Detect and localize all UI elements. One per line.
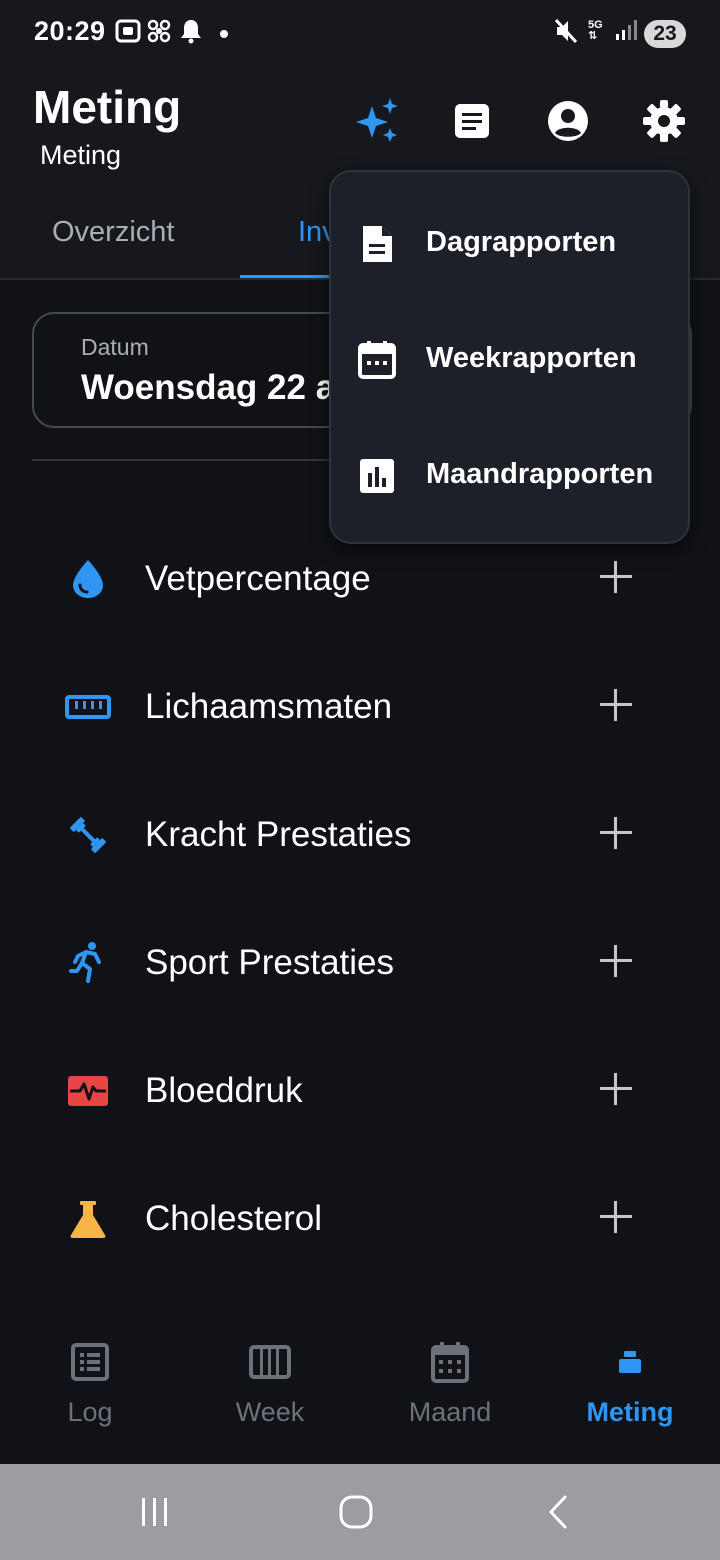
recent-apps-icon[interactable] xyxy=(125,1486,185,1538)
menu-item-label: Maandrapporten xyxy=(426,458,654,490)
signal-icon xyxy=(614,18,638,47)
sparkle-icon[interactable] xyxy=(352,96,402,146)
nav-item-week[interactable]: Week xyxy=(180,1310,360,1464)
menu-item-label: Weekrapporten xyxy=(426,342,637,374)
settings-icon[interactable] xyxy=(639,96,689,146)
ruler-icon xyxy=(62,684,114,730)
list-item-lichaamsmaten[interactable]: Lichaamsmaten xyxy=(0,642,720,770)
nav-item-log[interactable]: Log xyxy=(0,1310,180,1464)
page-title: Meting xyxy=(33,81,182,133)
add-icon[interactable] xyxy=(598,1199,634,1235)
status-time: 20:29 xyxy=(34,16,106,46)
heart-monitor-icon xyxy=(62,1068,114,1114)
date-value: Woensdag 22 a xyxy=(81,368,336,407)
menu-item-label: Dagrapporten xyxy=(426,226,617,258)
screenshot-icon xyxy=(114,18,142,49)
calendar-week-icon xyxy=(357,340,397,380)
list-item-label: Vetpercentage xyxy=(145,559,371,598)
nav-label: Maand xyxy=(408,1397,492,1427)
document-icon xyxy=(357,224,397,264)
add-icon[interactable] xyxy=(598,559,634,595)
add-icon[interactable] xyxy=(598,1071,634,1107)
scale-icon xyxy=(604,1340,656,1384)
menu-item-day-reports[interactable]: Dagrapporten xyxy=(331,186,688,302)
date-label: Datum xyxy=(81,334,149,360)
page-subtitle: Meting xyxy=(40,140,122,170)
list-item-kracht-prestaties[interactable]: Kracht Prestaties xyxy=(0,770,720,898)
tab-overview[interactable]: Overzicht xyxy=(52,216,174,249)
running-icon xyxy=(62,940,114,986)
list-item-label: Lichaamsmaten xyxy=(145,687,393,726)
list-item-label: Bloeddruk xyxy=(145,1071,303,1110)
list-item-cholesterol[interactable]: Cholesterol xyxy=(0,1154,720,1282)
bottom-navigation: Log Week Maand Meting xyxy=(0,1310,720,1464)
water-drop-icon xyxy=(62,556,114,602)
list-item-label: Cholesterol xyxy=(145,1199,323,1238)
menu-item-week-reports[interactable]: Weekrapporten xyxy=(331,302,688,418)
status-bar: 20:29 5G ⇅ 23 xyxy=(0,0,720,58)
dumbbell-icon xyxy=(62,812,114,858)
list-item-label: Sport Prestaties xyxy=(145,943,394,982)
bell-icon xyxy=(180,18,202,49)
week-grid-icon xyxy=(244,1340,296,1384)
back-icon[interactable] xyxy=(528,1486,588,1538)
list-item-sport-prestaties[interactable]: Sport Prestaties xyxy=(0,898,720,1026)
add-icon[interactable] xyxy=(598,687,634,723)
flask-icon xyxy=(62,1196,114,1242)
home-icon[interactable] xyxy=(326,1486,386,1538)
notes-icon[interactable] xyxy=(447,96,497,146)
mute-icon xyxy=(554,18,578,49)
bar-chart-icon xyxy=(357,456,397,496)
list-item-label: Kracht Prestaties xyxy=(145,815,412,854)
list-icon xyxy=(64,1340,116,1384)
nav-label: Log xyxy=(67,1397,113,1427)
list-item-bloeddruk[interactable]: Bloeddruk xyxy=(0,1026,720,1154)
battery-level: 23 xyxy=(644,20,686,48)
nav-label: Week xyxy=(235,1397,305,1427)
nav-item-meting[interactable]: Meting xyxy=(540,1310,720,1464)
nav-item-maand[interactable]: Maand xyxy=(360,1310,540,1464)
add-icon[interactable] xyxy=(598,943,634,979)
add-icon[interactable] xyxy=(598,815,634,851)
menu-item-month-reports[interactable]: Maandrapporten xyxy=(331,418,688,534)
reports-menu: Dagrapporten Weekrapporten Maandrapporte… xyxy=(329,170,690,544)
calendar-month-icon xyxy=(424,1340,476,1384)
system-navigation-bar xyxy=(0,1464,720,1560)
notification-dot xyxy=(220,30,228,38)
fan-icon xyxy=(146,18,172,49)
network-type: 5G ⇅ xyxy=(588,19,603,42)
nav-label: Meting xyxy=(586,1397,674,1427)
account-icon[interactable] xyxy=(543,96,593,146)
